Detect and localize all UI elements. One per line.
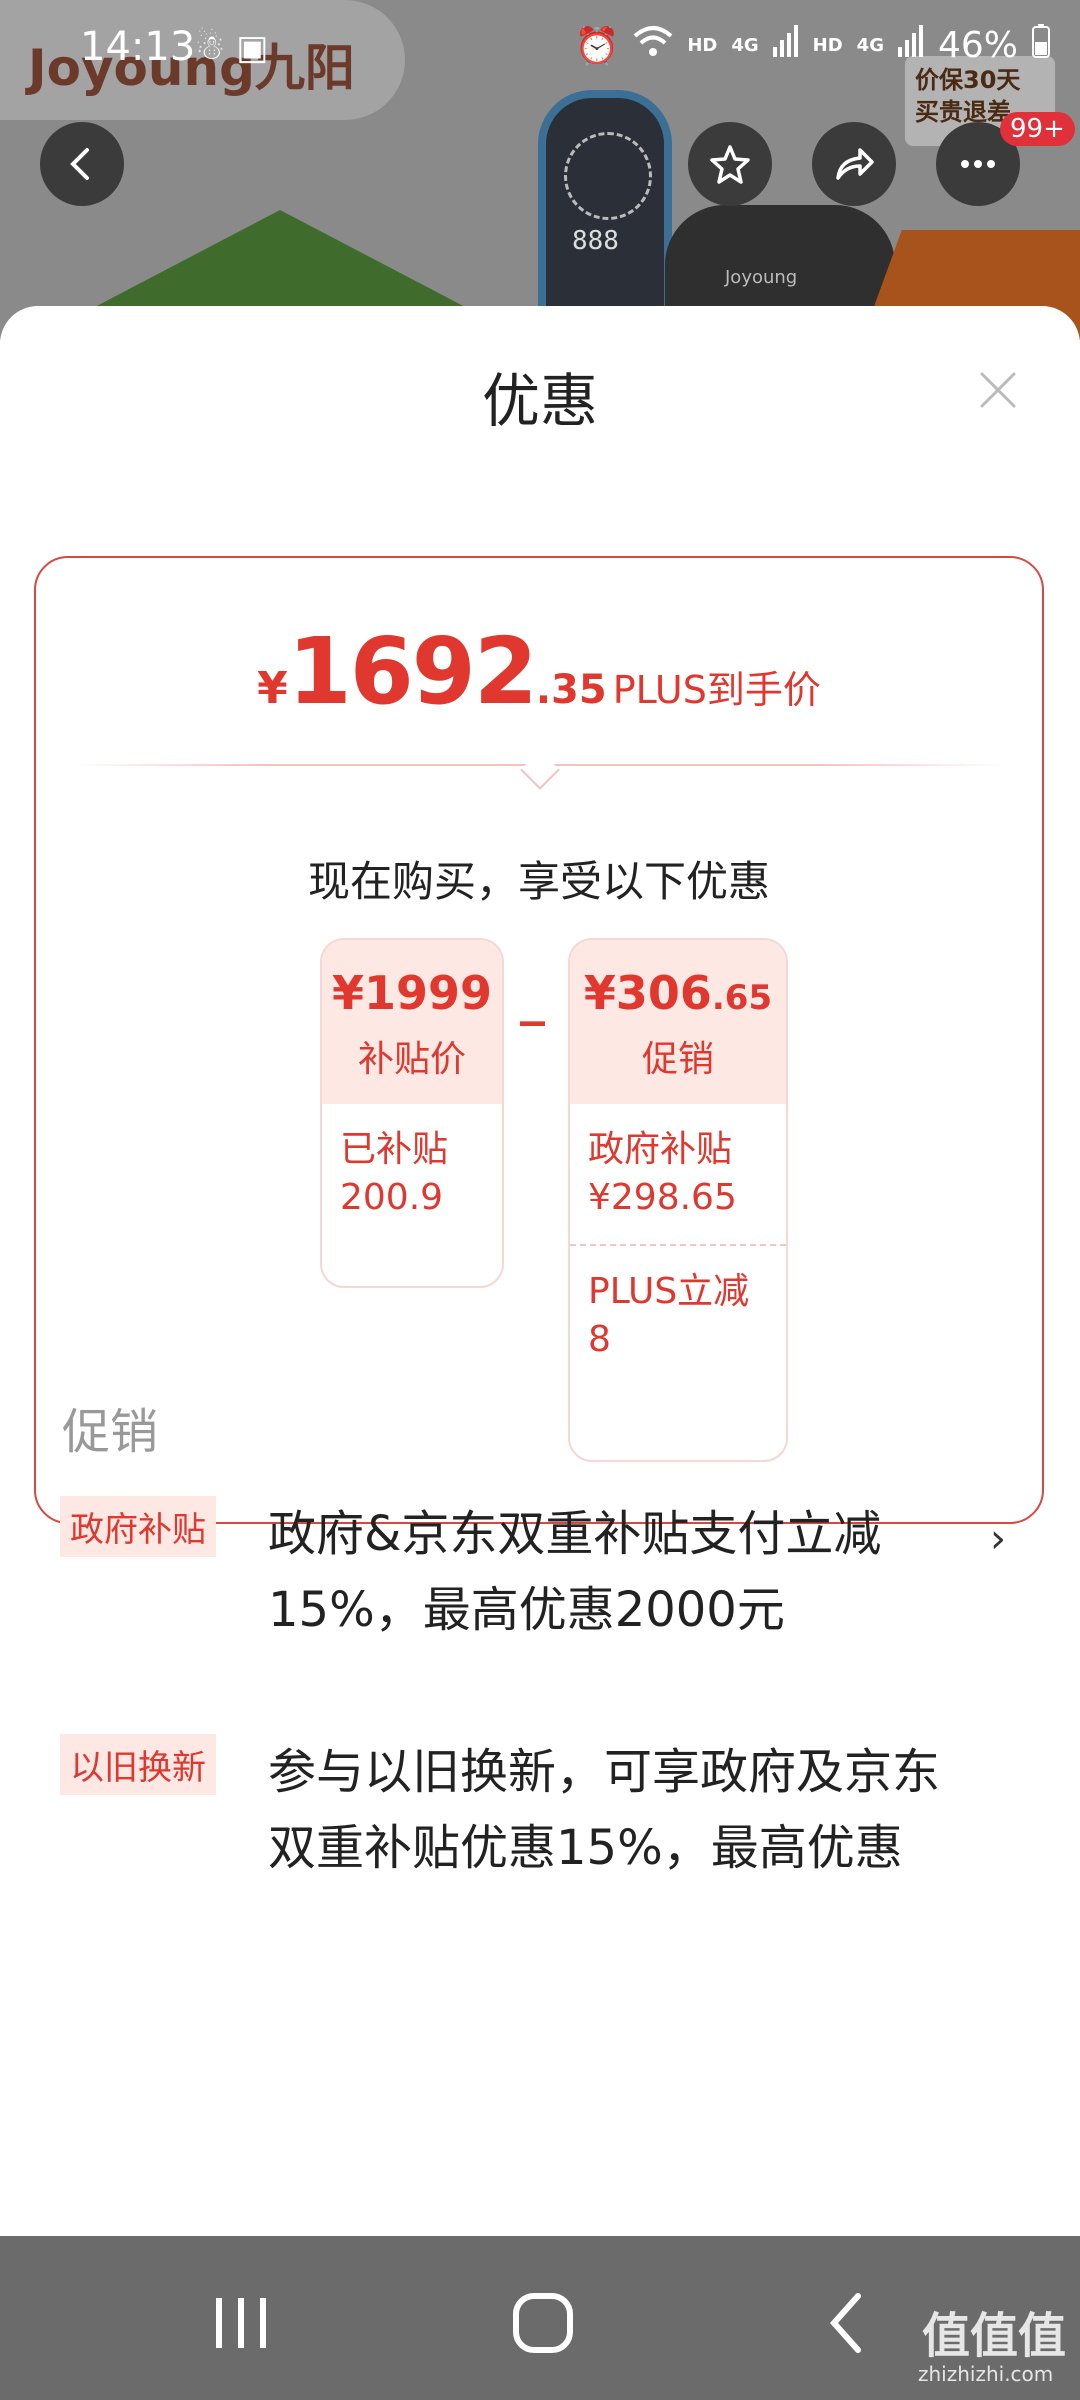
notification-icons: ☃ ▣: [195, 28, 269, 68]
back-button[interactable]: [40, 122, 124, 206]
promotion-amount-decimal: .65: [711, 978, 773, 1018]
promotion-label: 促销: [641, 1039, 714, 1080]
recent-apps-icon[interactable]: [206, 2288, 276, 2358]
promotion-tag: 以旧换新: [60, 1734, 216, 1795]
favorite-button[interactable]: [688, 122, 772, 206]
watermark-logo: 值值值: [922, 2308, 1067, 2364]
product-image: 888: [538, 90, 672, 340]
wifi-icon: [633, 24, 673, 67]
back-nav-icon[interactable]: [812, 2288, 882, 2358]
sheet-title: 优惠: [481, 367, 598, 435]
promotions-section-title: 促销: [62, 1404, 159, 1460]
minus-sign: _: [520, 968, 545, 1026]
network-hd-1: HD: [687, 35, 718, 56]
promotion-amount-integer: ¥306: [583, 966, 712, 1020]
subsidy-price-head: ¥1999 补贴价: [322, 940, 502, 1104]
device-dial: [564, 132, 652, 220]
battery-level: 46%: [937, 25, 1018, 66]
star-icon: [710, 145, 750, 184]
promotion-item-plus: PLUS立减8: [570, 1244, 786, 1386]
currency-symbol: ¥: [257, 663, 288, 714]
promo-banner-shape: [70, 210, 490, 320]
price-breakdown-card: ¥1692.35 PLUS到手价 现在购买，享受以下优惠 ¥1999 补贴价 已补…: [34, 556, 1044, 1524]
final-price: ¥1692.35 PLUS到手价: [36, 618, 1042, 725]
status-bar: 14:13 ☃ ▣ ⏰ HD 4G HD 4G 46%: [0, 0, 1080, 100]
subsidy-price-amount: ¥1999: [331, 966, 493, 1020]
divider-notch: [520, 750, 560, 790]
promotion-text: 参与以旧换新，可享政府及京东双重补贴优惠15%，最高优惠: [268, 1744, 941, 1876]
message-count-badge: 99+: [1000, 112, 1075, 146]
status-time: 14:13: [80, 24, 196, 70]
more-dots-icon: [961, 160, 995, 168]
device-display: 888: [572, 226, 619, 256]
network-4g-1: 4G: [731, 35, 759, 56]
promotion-box: ¥306.65 促销 政府补贴 ¥298.65 PLUS立减8: [568, 938, 788, 1462]
price-integer: 1692: [287, 618, 538, 725]
watermark-site: zhizhizhi.com: [918, 2362, 1054, 2386]
home-icon[interactable]: [508, 2288, 578, 2358]
share-icon: [836, 148, 874, 180]
promotion-item-gov-subsidy: 政府补贴 ¥298.65: [588, 1129, 737, 1218]
subsidy-price-label: 补贴价: [357, 1039, 466, 1080]
promotion-amount: ¥306.65: [570, 940, 786, 1020]
network-hd-2: HD: [812, 35, 843, 56]
promotion-head: ¥306.65 促销: [570, 940, 786, 1104]
chevron-left-icon: [70, 148, 89, 180]
product-brand-label: Joyoung: [725, 267, 798, 288]
promotion-text: 政府&京东双重补贴支付立减15%，最高优惠2000元: [268, 1506, 882, 1638]
price-decimal: .35: [535, 667, 607, 713]
alarm-icon: ⏰: [574, 25, 620, 67]
battery-icon: [1032, 24, 1050, 67]
buy-now-text: 现在购买，享受以下优惠: [307, 857, 770, 906]
status-right: ⏰ HD 4G HD 4G 46%: [574, 24, 1050, 67]
close-icon[interactable]: [976, 368, 1020, 412]
network-4g-2: 4G: [856, 35, 884, 56]
share-button[interactable]: [812, 122, 896, 206]
signal-icon-2: [897, 25, 924, 66]
subsidy-price-box: ¥1999 补贴价 已补贴200.9: [320, 938, 504, 1288]
signal-icon: [772, 25, 799, 66]
discount-sheet: 优惠 ¥1692.35 PLUS到手价 现在购买，享受以下优惠 ¥1999 补贴价…: [0, 306, 1080, 2236]
price-suffix: PLUS到手价: [612, 668, 821, 712]
subsidy-detail: 已补贴200.9: [340, 1129, 449, 1218]
chevron-right-icon[interactable]: ›: [990, 1516, 1006, 1562]
promotion-tag: 政府补贴: [60, 1496, 216, 1557]
